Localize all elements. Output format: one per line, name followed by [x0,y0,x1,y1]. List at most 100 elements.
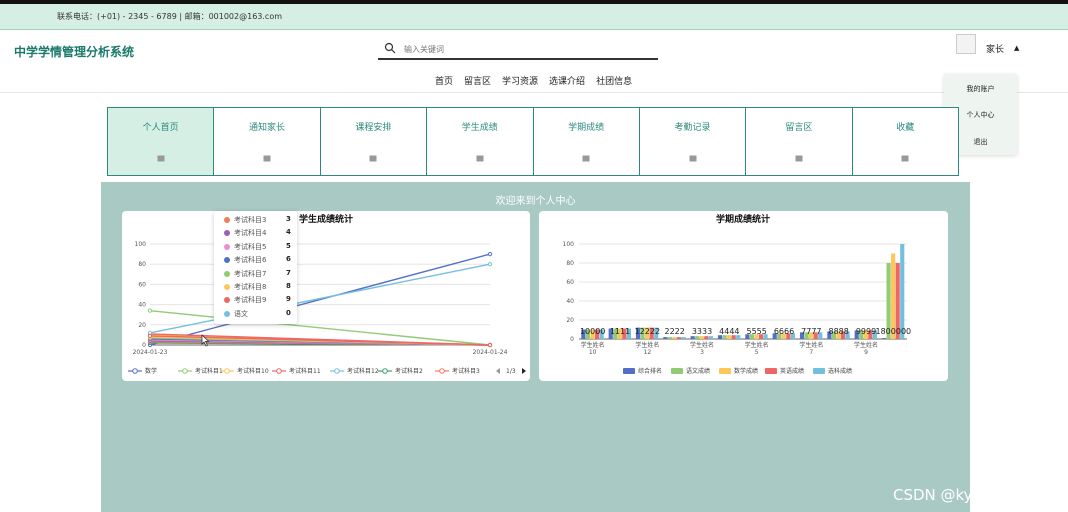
data-label: 3333 [692,327,712,336]
tab-student-grades[interactable]: 学生成绩 [426,107,534,176]
legend-swatch [719,368,731,374]
tooltip-value: 0 [286,308,291,317]
x-tick-label: 学生姓名 9 [854,341,878,356]
legend-swatch-marker [334,368,340,374]
bar [708,336,713,339]
tooltip-value: 3 [286,215,291,223]
series-color-dot [224,310,230,317]
tab-label: 收藏 [896,123,915,133]
tooltip-value: 5 [286,241,291,250]
y-tick-label: 40 [566,298,574,305]
contact-bar: 联系电话：(+01) - 2345 - 6789 | 邮箱：001002@163… [0,4,1068,30]
tooltip-value: 6 [286,255,291,264]
legend-label: 考试科目11 [289,367,321,375]
legend-swatch-marker [132,368,138,374]
tab-term-grades[interactable]: 学期成绩 [532,107,640,176]
tooltip-row: 考试科目7 7 [224,269,294,281]
x-tick-label: 学生姓名 12 [635,341,659,356]
series-color-dot [224,297,230,304]
legend-prev-icon [496,368,500,374]
search-input[interactable] [404,42,644,56]
tooltip-row: 考试科目3 3 [224,215,294,227]
data-point [487,262,493,267]
nav-message-board[interactable]: 留言区 [464,74,491,87]
legend-swatch-marker [382,368,388,374]
tab-label: 考勤记录 [674,123,711,133]
legend-item: 考试科目1 [178,367,223,375]
bar [704,336,709,339]
tooltip-series-name: 语文 [234,309,248,318]
data-label: 2222 [664,327,684,336]
student-grades-line-chart[interactable]: 学生成绩统计0204060801002024-01-23 2024-01-24数学… [122,211,530,381]
legend-item: 考试科目10 [220,367,269,375]
data-label: 6666 [774,327,794,336]
tooltip-value: 9 [286,295,291,304]
legend-swatch [671,368,683,374]
data-label: 7777 [801,327,821,336]
broken-image-icon [476,155,484,162]
y-tick-label: 0 [142,342,146,349]
avatar[interactable] [956,34,976,54]
legend-pager: 1/3 [506,368,516,375]
search-icon[interactable] [384,42,396,54]
legend-next-icon[interactable] [522,368,526,374]
y-tick-label: 20 [138,322,146,329]
tab-personal-home[interactable]: 个人首页 [107,107,215,176]
y-tick-label: 100 [563,241,575,248]
bar [690,336,695,339]
bar [676,337,682,339]
legend-label: 考试科目12 [347,367,379,375]
tooltip-series-name: 考试科目5 [234,242,267,251]
legend-item: 数学 [128,367,157,375]
user-name[interactable]: 家长 [986,42,1004,55]
x-tick-label: 学生姓名 3 [690,341,714,356]
nav-home[interactable]: 首页 [435,74,453,87]
legend-item: 数学成绩 [719,367,758,375]
bar [881,338,887,339]
bar [695,336,700,339]
data-label: 9999 [856,327,876,336]
data-label: 5555 [746,327,766,336]
term-grades-bar-chart[interactable]: 学期成绩统计 0 20 40 60 80 100 学生姓名 10 学生姓名 12 学生姓名 3 学生姓名 5… [539,211,948,381]
legend-label: 数学 [145,367,157,375]
legend-label: 考试科目10 [237,367,269,375]
legend-item: 语文成绩 [671,367,710,375]
search-box[interactable] [378,40,658,60]
tooltip-row: 考试科目4 4 [224,228,294,240]
broken-image-icon [157,155,165,162]
legend-swatch-marker [182,368,188,374]
legend-label: 选科成绩 [828,367,852,375]
legend-swatch-marker [439,368,445,374]
tooltip-row: 考试科目8 8 [224,282,294,294]
tooltip-row: 语文 0 [224,309,294,321]
tooltip-series-name: 考试科目4 [234,229,267,238]
x-tick-label: 学生姓名 10 [581,341,605,356]
legend-label: 数学成绩 [734,367,758,375]
legend-swatch-marker [224,368,230,374]
tab-notify-parents[interactable]: 通知家长 [213,107,321,176]
series-color-dot [224,270,230,277]
tab-favorites[interactable]: 收藏 [851,107,959,176]
nav-clubs[interactable]: 社团信息 [596,74,632,87]
y-tick-label: 100 [135,241,147,248]
main-nav: 首页 留言区 学习资源 选课介绍 社团信息 [435,74,632,87]
tab-message-board[interactable]: 留言区 [745,107,853,176]
tooltip-series-name: 考试科目8 [234,283,267,291]
user-menu[interactable]: 家长 ▲ [956,34,1026,58]
tab-course-schedule[interactable]: 课程安排 [319,107,428,176]
tab-attendance[interactable]: 考勤记录 [638,107,747,176]
legend-item: 考试科目3 [435,367,480,375]
caret-up-icon[interactable]: ▲ [1014,44,1019,52]
legend-item: 选科成绩 [813,367,852,375]
legend-label: 语文成绩 [686,367,710,375]
bar [681,337,686,339]
bar [663,337,668,339]
tab-label: 学生成绩 [461,123,498,133]
tab-label: 个人首页 [142,123,179,133]
nav-learning-resources[interactable]: 学习资源 [502,74,538,87]
site-title[interactable]: 中学学情管理分析系统 [14,43,134,60]
data-label: 10000 [580,327,605,336]
bar [667,337,672,339]
nav-course-selection[interactable]: 选课介绍 [549,74,585,87]
menu-item-my-account[interactable]: 我的账户 [944,84,1017,94]
